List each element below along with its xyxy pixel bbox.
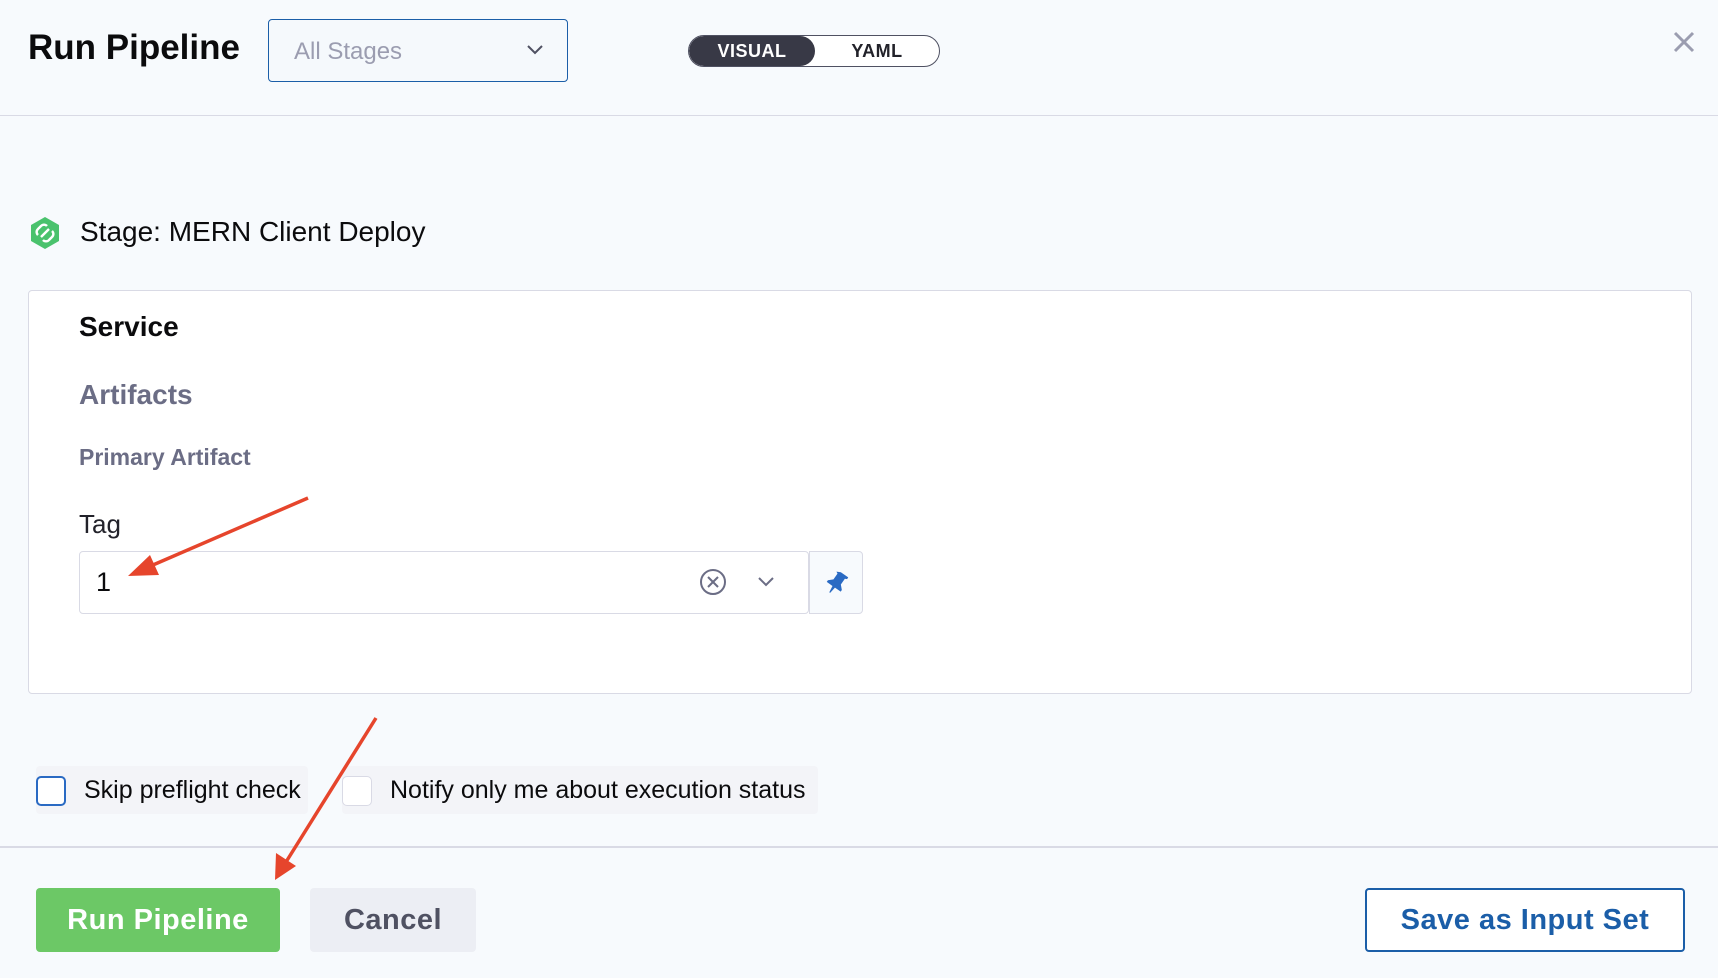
deploy-stage-icon [31,217,59,249]
notify-only-me-label[interactable]: Notify only me about execution status [390,776,806,805]
tag-value: 1 [96,567,112,597]
skip-preflight-label[interactable]: Skip preflight check [84,776,301,805]
save-as-input-set-button[interactable]: Save as Input Set [1365,888,1685,952]
notify-only-me-checkbox[interactable]: Notify only me about execution status [342,766,818,814]
run-pipeline-button[interactable]: Run Pipeline [36,888,280,952]
view-toggle[interactable]: VISUAL YAML [688,35,940,67]
stage-select-dropdown[interactable]: All Stages [268,19,568,82]
dialog-title: Run Pipeline [28,28,240,67]
dialog-header: Run Pipeline All Stages VISUAL YAML [0,0,1718,116]
toggle-yaml[interactable]: YAML [815,36,939,66]
artifacts-heading: Artifacts [79,379,193,410]
footer-divider [0,846,1718,848]
primary-artifact-heading: Primary Artifact [79,444,251,470]
clear-circle-icon[interactable] [698,567,728,597]
pin-button[interactable] [809,551,863,614]
chevron-down-icon[interactable] [756,574,776,588]
checkbox-box[interactable] [36,776,66,806]
pin-icon [826,571,849,593]
cancel-button[interactable]: Cancel [310,888,476,952]
tag-label: Tag [79,509,121,539]
stage-select-value: All Stages [294,38,403,65]
tag-select-input[interactable]: 1 [79,551,809,614]
toggle-visual[interactable]: VISUAL [689,36,815,66]
skip-preflight-checkbox[interactable]: Skip preflight check [36,766,308,814]
close-icon[interactable] [1670,28,1698,56]
service-title: Service [79,311,179,342]
checkbox-box[interactable] [342,776,372,806]
stage-label: Stage: MERN Client Deploy [80,216,426,247]
chevron-down-icon [527,45,543,55]
service-card: Service Artifacts Primary Artifact Tag 1 [28,290,1692,694]
